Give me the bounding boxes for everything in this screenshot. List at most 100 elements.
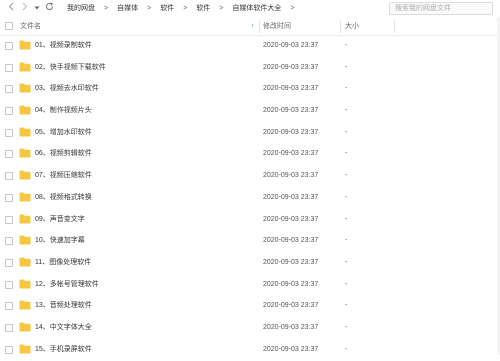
file-name[interactable]: 13、音频处理软件 xyxy=(35,296,92,315)
folder-icon xyxy=(19,40,31,50)
folder-icon xyxy=(19,279,31,289)
sort-arrow-icon[interactable]: ↑ xyxy=(251,18,255,35)
file-date: 2020-09-03 23:37 xyxy=(263,107,319,115)
row-checkbox[interactable] xyxy=(5,42,13,50)
file-row[interactable]: 01、视频录制软件 2020-09-03 23:37 - xyxy=(0,36,500,58)
folder-icon xyxy=(19,62,31,72)
breadcrumb-separator: > xyxy=(183,5,188,12)
row-checkbox[interactable] xyxy=(5,107,13,116)
breadcrumb-item[interactable]: 自媒体 xyxy=(114,0,141,18)
file-name[interactable]: 15、手机录屏软件 xyxy=(35,340,92,359)
folder-icon xyxy=(19,322,31,332)
chevron-right-icon xyxy=(22,2,28,11)
row-checkbox[interactable] xyxy=(5,258,13,267)
file-row[interactable]: 07、视频压缩软件 2020-09-03 23:37 - xyxy=(0,166,500,188)
row-checkbox[interactable] xyxy=(5,128,13,137)
file-size: - xyxy=(345,280,348,288)
row-checkbox[interactable] xyxy=(5,63,13,72)
file-row[interactable]: 14、中文字体大全 2020-09-03 23:37 - xyxy=(0,318,500,340)
file-size: - xyxy=(345,42,348,49)
file-name[interactable]: 05、增加水印软件 xyxy=(35,123,92,142)
breadcrumb-item[interactable]: 自媒体软件大全 xyxy=(229,0,284,18)
breadcrumb-separator: > xyxy=(147,5,152,12)
file-size: - xyxy=(345,128,348,136)
file-date: 2020-09-03 23:37 xyxy=(263,85,319,93)
file-date: 2020-09-03 23:37 xyxy=(263,63,319,71)
column-date-header[interactable]: 修改时间 xyxy=(263,18,291,35)
file-name[interactable]: 02、快手视频下载软件 xyxy=(35,58,106,77)
select-all-checkbox[interactable] xyxy=(5,22,13,30)
row-checkbox[interactable] xyxy=(5,172,13,181)
file-list: 01、视频录制软件 2020-09-03 23:37 - 02、快手视频下载软件… xyxy=(0,36,500,361)
file-date: 2020-09-03 23:37 xyxy=(263,258,319,266)
row-checkbox[interactable] xyxy=(5,193,13,202)
folder-icon xyxy=(19,192,31,202)
breadcrumb-item[interactable]: 软件 xyxy=(193,0,213,18)
column-divider[interactable] xyxy=(259,20,260,33)
refresh-button[interactable] xyxy=(44,2,54,14)
back-button[interactable] xyxy=(6,2,16,14)
file-size: - xyxy=(345,63,348,71)
file-row[interactable]: 02、快手视频下载软件 2020-09-03 23:37 - xyxy=(0,58,500,80)
file-date: 2020-09-03 23:37 xyxy=(263,172,319,180)
file-name[interactable]: 14、中文字体大全 xyxy=(35,318,92,337)
file-date: 2020-09-03 23:37 xyxy=(263,280,319,288)
file-size: - xyxy=(345,345,348,353)
folder-icon xyxy=(19,105,31,115)
breadcrumb-item[interactable]: 软件 xyxy=(157,0,177,18)
file-name[interactable]: 12、多帐号管理软件 xyxy=(35,275,99,294)
file-date: 2020-09-03 23:37 xyxy=(263,150,319,158)
file-row[interactable]: 08、视频格式转换 2020-09-03 23:37 - xyxy=(0,188,500,210)
row-checkbox[interactable] xyxy=(5,302,13,311)
column-size-header[interactable]: 大小 xyxy=(345,18,359,35)
breadcrumb-item[interactable]: 我的网盘 xyxy=(64,0,98,18)
row-checkbox[interactable] xyxy=(5,237,13,246)
forward-button[interactable] xyxy=(20,2,30,14)
file-size: - xyxy=(345,215,348,223)
file-date: 2020-09-03 23:37 xyxy=(263,237,319,245)
file-name[interactable]: 07、视频压缩软件 xyxy=(35,166,92,185)
file-name[interactable]: 09、声音变文字 xyxy=(35,210,85,229)
file-date: 2020-09-03 23:37 xyxy=(263,193,319,201)
file-row[interactable]: 06、视频剪辑软件 2020-09-03 23:37 - xyxy=(0,144,500,166)
column-name-header[interactable]: 文件名 xyxy=(20,18,41,35)
folder-icon xyxy=(19,300,31,310)
folder-icon xyxy=(19,214,31,223)
folder-icon xyxy=(19,127,31,137)
column-divider[interactable] xyxy=(394,20,395,33)
file-name[interactable]: 01、视频录制软件 xyxy=(35,36,92,55)
file-row[interactable]: 11、图像处理软件 2020-09-03 23:37 - xyxy=(0,253,500,275)
row-checkbox[interactable] xyxy=(5,85,13,94)
file-row[interactable]: 04、制作视频片头 2020-09-03 23:37 - xyxy=(0,101,500,123)
file-row[interactable]: 13、音频处理软件 2020-09-03 23:37 - xyxy=(0,296,500,318)
row-checkbox[interactable] xyxy=(5,150,13,159)
file-name[interactable]: 03、视频去水印软件 xyxy=(35,79,99,98)
file-name[interactable]: 06、视频剪辑软件 xyxy=(35,144,92,163)
file-size: - xyxy=(345,150,348,158)
file-row[interactable]: 05、增加水印软件 2020-09-03 23:37 - xyxy=(0,123,500,145)
chevron-left-icon xyxy=(8,2,14,11)
file-row[interactable]: 03、视频去水印软件 2020-09-03 23:37 - xyxy=(0,79,500,101)
toolbar: 我的网盘 > 自媒体 > 软件 > 软件 > 自媒体软件大全 > xyxy=(0,0,500,19)
row-checkbox[interactable] xyxy=(5,215,13,224)
row-checkbox[interactable] xyxy=(5,345,13,354)
file-date: 2020-09-03 23:37 xyxy=(263,323,319,331)
file-date: 2020-09-03 23:37 xyxy=(263,42,319,49)
folder-icon xyxy=(19,83,31,93)
file-size: - xyxy=(345,323,348,331)
search-input[interactable] xyxy=(389,2,493,15)
file-size: - xyxy=(345,237,348,245)
file-name[interactable]: 08、视频格式转换 xyxy=(35,188,92,207)
history-dropdown-button[interactable] xyxy=(33,2,41,14)
row-checkbox[interactable] xyxy=(5,280,13,289)
file-row[interactable]: 09、声音变文字 2020-09-03 23:37 - xyxy=(0,210,500,232)
file-name[interactable]: 04、制作视频片头 xyxy=(35,101,92,120)
file-name[interactable]: 11、图像处理软件 xyxy=(35,253,91,272)
file-row[interactable]: 10、快速加字幕 2020-09-03 23:37 - xyxy=(0,231,500,253)
column-divider[interactable] xyxy=(340,20,341,33)
file-name[interactable]: 10、快速加字幕 xyxy=(35,231,85,250)
file-row[interactable]: 12、多帐号管理软件 2020-09-03 23:37 - xyxy=(0,275,500,297)
file-date: 2020-09-03 23:37 xyxy=(263,345,319,353)
file-row[interactable]: 15、手机录屏软件 2020-09-03 23:37 - xyxy=(0,340,500,361)
row-checkbox[interactable] xyxy=(5,323,13,332)
